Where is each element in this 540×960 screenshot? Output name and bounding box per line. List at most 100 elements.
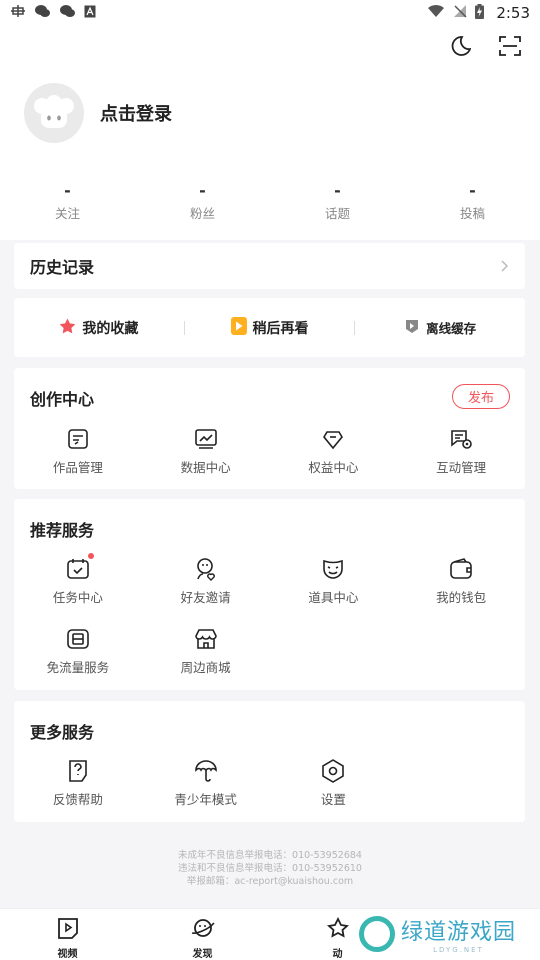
settings[interactable]: 设置 xyxy=(270,758,398,808)
works-icon xyxy=(65,426,91,452)
login-label[interactable]: 点击登录 xyxy=(100,100,172,126)
stats-row: - 关注 - 粉丝 - 话题 - 投稿 xyxy=(0,182,540,222)
stat-topics[interactable]: - 话题 xyxy=(270,182,405,222)
tab-discover[interactable]: 发现 xyxy=(135,909,270,960)
status-left xyxy=(10,4,96,22)
rights-icon xyxy=(320,426,346,452)
mask-icon xyxy=(320,556,346,582)
moon-icon[interactable] xyxy=(446,32,474,60)
quick-links: 我的收藏 稍后再看 离线缓存 xyxy=(14,298,525,357)
grid-label: 道具中心 xyxy=(308,590,359,605)
tab-label: 发现 xyxy=(192,949,213,960)
stat-label: 投稿 xyxy=(459,206,485,221)
watch-later-button[interactable]: 稍后再看 xyxy=(185,316,355,339)
bug-icon xyxy=(10,4,26,22)
props-center[interactable]: 道具中心 xyxy=(270,556,398,606)
scan-icon[interactable] xyxy=(496,32,524,60)
help-icon xyxy=(65,758,91,784)
creation-grid: 作品管理 数据中心 权益中心 互动管理 xyxy=(14,426,525,476)
report-line: 未成年不良信息举报电话：010-53952684 xyxy=(178,850,362,861)
avatar[interactable] xyxy=(24,83,84,143)
free-data-service[interactable]: 免流量服务 xyxy=(14,626,142,676)
history-row[interactable]: 历史记录 xyxy=(14,243,525,289)
wechat-icon xyxy=(59,4,76,22)
status-bar: 2:53 xyxy=(0,0,540,26)
report-line: 违法和不良信息举报电话：010-53952610 xyxy=(178,863,362,874)
my-wallet[interactable]: 我的钱包 xyxy=(397,556,525,606)
grid-label: 反馈帮助 xyxy=(52,792,103,807)
data-center[interactable]: 数据中心 xyxy=(142,426,270,476)
merch-store[interactable]: 周边商城 xyxy=(142,626,270,676)
more-grid: 反馈帮助 青少年模式 设置 xyxy=(14,758,525,808)
stat-value: - xyxy=(469,181,476,200)
stat-following[interactable]: - 关注 xyxy=(0,182,135,222)
more-services: 更多服务 反馈帮助 青少年模式 设置 xyxy=(14,701,525,822)
tab-video[interactable]: 视频 xyxy=(0,909,135,960)
tab-label: 视频 xyxy=(57,949,78,960)
grid-label: 作品管理 xyxy=(52,460,103,475)
report-line: 举报邮箱：ac-report@kuaishou.com xyxy=(186,876,354,887)
bottom-tab-bar: 视频 发现 动 绿道游戏园 LDYG.NET xyxy=(0,908,540,960)
stat-label: 话题 xyxy=(324,206,350,221)
favorites-button[interactable]: 我的收藏 xyxy=(14,318,184,338)
planet-tab-icon xyxy=(191,917,215,943)
invite-icon xyxy=(193,556,219,582)
history-title: 历史记录 xyxy=(30,258,95,277)
section-title: 创作中心 xyxy=(30,390,95,409)
chart-icon xyxy=(193,426,219,452)
download-icon xyxy=(404,318,420,338)
watermark-sub: LDYG.NET xyxy=(433,946,484,954)
teen-mode[interactable]: 青少年模式 xyxy=(142,758,270,808)
offline-cache-button[interactable]: 离线缓存 xyxy=(355,318,525,338)
interaction-management[interactable]: 互动管理 xyxy=(397,426,525,476)
rights-center[interactable]: 权益中心 xyxy=(270,426,398,476)
feedback-help[interactable]: 反馈帮助 xyxy=(14,758,142,808)
stat-label: 粉丝 xyxy=(189,206,215,221)
creation-center: 创作中心 发布 作品管理 数据中心 权益中心 互动管理 xyxy=(14,368,525,489)
stat-label: 关注 xyxy=(54,206,80,221)
task-center[interactable]: 任务中心 xyxy=(14,553,142,606)
profile-login[interactable]: 点击登录 xyxy=(24,83,172,143)
watermark-logo: 绿道游戏园 LDYG.NET xyxy=(358,914,516,954)
signal-off-icon xyxy=(453,4,467,22)
star-icon xyxy=(59,318,76,338)
settings-icon xyxy=(320,758,346,784)
section-title: 更多服务 xyxy=(30,723,95,742)
wifi-icon xyxy=(427,4,445,22)
umbrella-icon xyxy=(193,758,219,784)
stat-posts[interactable]: - 投稿 xyxy=(405,182,540,222)
profile-header: 2:53 点击登录 - 关注 - 粉丝 - 话题 - 投稿 xyxy=(0,0,540,240)
stat-fans[interactable]: - 粉丝 xyxy=(135,182,270,222)
section-title: 推荐服务 xyxy=(30,521,95,540)
tab-label: 动 xyxy=(332,949,343,960)
recommend-grid-row-2: 免流量服务 周边商城 xyxy=(14,626,525,676)
status-time: 2:53 xyxy=(496,4,530,22)
grid-label: 数据中心 xyxy=(180,460,231,475)
wechat-icon xyxy=(34,4,51,22)
sim-icon xyxy=(65,626,91,652)
wallet-icon xyxy=(448,556,474,582)
works-management[interactable]: 作品管理 xyxy=(14,426,142,476)
interaction-icon xyxy=(448,426,474,452)
publish-button[interactable]: 发布 xyxy=(452,384,510,409)
watch-later-label: 稍后再看 xyxy=(252,320,309,337)
play-later-icon xyxy=(230,316,247,339)
grid-label: 我的钱包 xyxy=(436,590,487,605)
status-right: 2:53 xyxy=(427,3,530,23)
grid-label: 权益中心 xyxy=(308,460,359,475)
task-icon xyxy=(65,553,94,582)
notification-dot xyxy=(87,553,94,559)
battery-charging-icon xyxy=(475,3,485,23)
offline-cache-label: 离线缓存 xyxy=(426,321,477,336)
stat-value: - xyxy=(334,181,341,200)
watermark-icon xyxy=(358,916,395,952)
watermark-text: 绿道游戏园 LDYG.NET xyxy=(401,914,516,954)
grid-label: 任务中心 xyxy=(52,590,103,605)
recommend-grid-row-1: 任务中心 好友邀请 道具中心 我的钱包 xyxy=(14,553,525,606)
chevron-right-icon xyxy=(501,257,509,276)
friend-invite[interactable]: 好友邀请 xyxy=(142,556,270,606)
grid-label: 周边商城 xyxy=(180,660,231,675)
grid-label: 设置 xyxy=(320,792,346,807)
shop-icon xyxy=(193,626,219,652)
video-tab-icon xyxy=(56,917,80,943)
